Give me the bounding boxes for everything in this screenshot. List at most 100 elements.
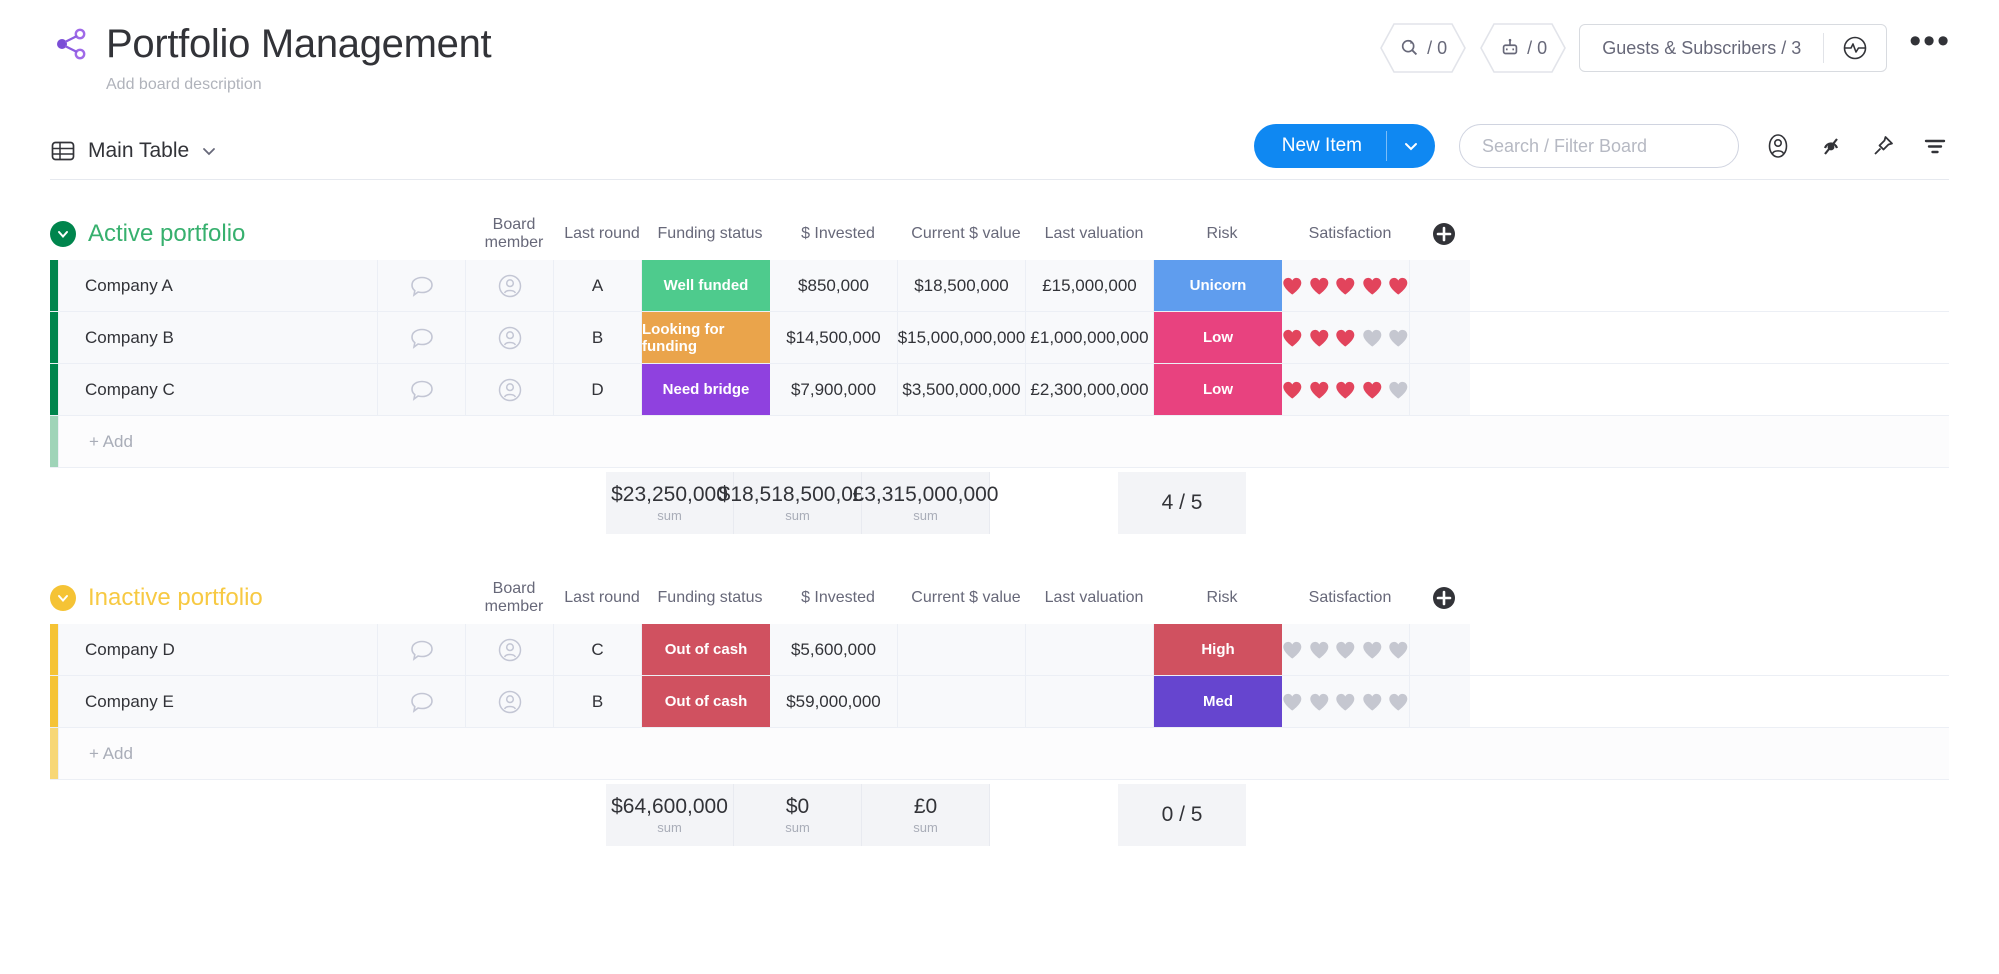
board-member-cell[interactable] [466,260,554,311]
summary-invested[interactable]: $23,250,000sum [606,472,734,534]
column-header-current-value[interactable]: Current $ value [902,589,1030,607]
add-item-row[interactable]: + Add [50,416,1949,468]
activity-log-badge[interactable]: / 0 [1379,22,1467,74]
summary-last-valuation[interactable]: £0sum [862,784,990,846]
item-name[interactable]: Company A [58,260,378,311]
automations-badge[interactable]: / 0 [1479,22,1567,74]
satisfaction-cell[interactable] [1282,364,1410,415]
funding-status-badge[interactable]: Out of cash [642,676,770,727]
last-valuation-cell[interactable]: £1,000,000,000 [1026,312,1154,363]
tab-main-table[interactable]: Main Table [50,138,217,164]
column-header-satisfaction[interactable]: Satisfaction [1286,589,1414,607]
summary-satisfaction[interactable]: 4 / 5 [1118,472,1246,534]
group-collapse-button[interactable] [50,585,76,611]
last-round-cell[interactable]: A [554,260,642,311]
invested-cell[interactable]: $59,000,000 [770,676,898,727]
filter-button[interactable] [1921,132,1949,160]
column-header-last-round[interactable]: Last round [558,589,646,607]
risk-badge[interactable]: Unicorn [1154,260,1282,311]
more-options-button[interactable]: ••• [1899,33,1955,64]
invested-cell[interactable]: $7,900,000 [770,364,898,415]
column-header-invested[interactable]: $ Invested [774,225,902,243]
last-valuation-cell[interactable] [1026,624,1154,675]
summary-last-valuation[interactable]: £3,315,000,000sum [862,472,990,534]
satisfaction-cell[interactable] [1282,676,1410,727]
group-title[interactable]: Inactive portfolio [88,584,263,612]
invested-cell[interactable]: $14,500,000 [770,312,898,363]
last-valuation-cell[interactable] [1026,676,1154,727]
board-member-cell[interactable] [466,676,554,727]
table-row[interactable]: Company B BLooking for funding$14,500,000… [50,312,1949,364]
last-valuation-cell[interactable]: £15,000,000 [1026,260,1154,311]
column-header-last-valuation[interactable]: Last valuation [1030,589,1158,607]
person-filter-button[interactable] [1763,131,1793,161]
summary-invested[interactable]: $64,600,000sum [606,784,734,846]
satisfaction-cell[interactable] [1282,260,1410,311]
column-header-last-round[interactable]: Last round [558,225,646,243]
item-updates-button[interactable] [378,312,466,363]
item-name[interactable]: Company B [58,312,378,363]
funding-status-badge[interactable]: Well funded [642,260,770,311]
risk-badge[interactable]: Low [1154,364,1282,415]
risk-badge[interactable]: Med [1154,676,1282,727]
invested-cell[interactable]: $5,600,000 [770,624,898,675]
satisfaction-cell[interactable] [1282,312,1410,363]
column-header-risk[interactable]: Risk [1158,225,1286,243]
item-updates-button[interactable] [378,260,466,311]
search-box[interactable] [1459,124,1739,168]
board-member-cell[interactable] [466,312,554,363]
column-header-funding-status[interactable]: Funding status [646,589,774,607]
current-value-cell[interactable]: $15,000,000,000 [898,312,1026,363]
column-header-funding-status[interactable]: Funding status [646,225,774,243]
summary-current-value[interactable]: $0sum [734,784,862,846]
funding-status-badge[interactable]: Out of cash [642,624,770,675]
board-description[interactable]: Add board description [106,76,1949,94]
current-value-cell[interactable]: $18,500,000 [898,260,1026,311]
column-header-risk[interactable]: Risk [1158,589,1286,607]
last-valuation-cell[interactable]: £2,300,000,000 [1026,364,1154,415]
group-title[interactable]: Active portfolio [88,220,245,248]
column-header-board-member[interactable]: Board member [470,216,558,252]
risk-badge[interactable]: High [1154,624,1282,675]
new-item-button[interactable]: New Item [1254,124,1435,168]
add-item-label[interactable]: + Add [58,416,1949,467]
last-round-cell[interactable]: B [554,312,642,363]
search-input[interactable] [1482,136,1716,157]
column-header-satisfaction[interactable]: Satisfaction [1286,225,1414,243]
guests-subscribers-pill[interactable]: Guests & Subscribers / 3 [1579,24,1887,72]
current-value-cell[interactable]: $3,500,000,000 [898,364,1026,415]
column-header-last-valuation[interactable]: Last valuation [1030,225,1158,243]
hide-columns-button[interactable] [1817,132,1845,160]
item-updates-button[interactable] [378,624,466,675]
table-row[interactable]: Company CDNeed bridge$7,900,000$3,500,00… [50,364,1949,416]
add-column-button[interactable] [1414,585,1474,611]
last-round-cell[interactable]: C [554,624,642,675]
item-name[interactable]: Company D [58,624,378,675]
funding-status-badge[interactable]: Looking for funding [642,312,770,363]
item-name[interactable]: Company E [58,676,378,727]
column-header-invested[interactable]: $ Invested [774,589,902,607]
add-item-row[interactable]: + Add [50,728,1949,780]
add-item-label[interactable]: + Add [58,728,1949,779]
current-value-cell[interactable] [898,676,1026,727]
invested-cell[interactable]: $850,000 [770,260,898,311]
table-row[interactable]: Company A AWell funded$850,000$18,500,000… [50,260,1949,312]
invite-members-button[interactable] [1824,33,1886,63]
item-name[interactable]: Company C [58,364,378,415]
board-member-cell[interactable] [466,364,554,415]
risk-badge[interactable]: Low [1154,312,1282,363]
group-collapse-button[interactable] [50,221,76,247]
last-round-cell[interactable]: B [554,676,642,727]
item-updates-button[interactable] [378,364,466,415]
summary-current-value[interactable]: $18,518,500,000sum [734,472,862,534]
table-row[interactable]: Company D COut of cash$5,600,000 High [50,624,1949,676]
column-header-board-member[interactable]: Board member [470,580,558,616]
chevron-down-icon[interactable] [201,143,217,159]
column-header-current-value[interactable]: Current $ value [902,225,1030,243]
board-member-cell[interactable] [466,624,554,675]
pin-board-button[interactable] [1869,132,1897,160]
new-item-dropdown-button[interactable] [1387,124,1435,168]
current-value-cell[interactable] [898,624,1026,675]
funding-status-badge[interactable]: Need bridge [642,364,770,415]
summary-satisfaction[interactable]: 0 / 5 [1118,784,1246,846]
